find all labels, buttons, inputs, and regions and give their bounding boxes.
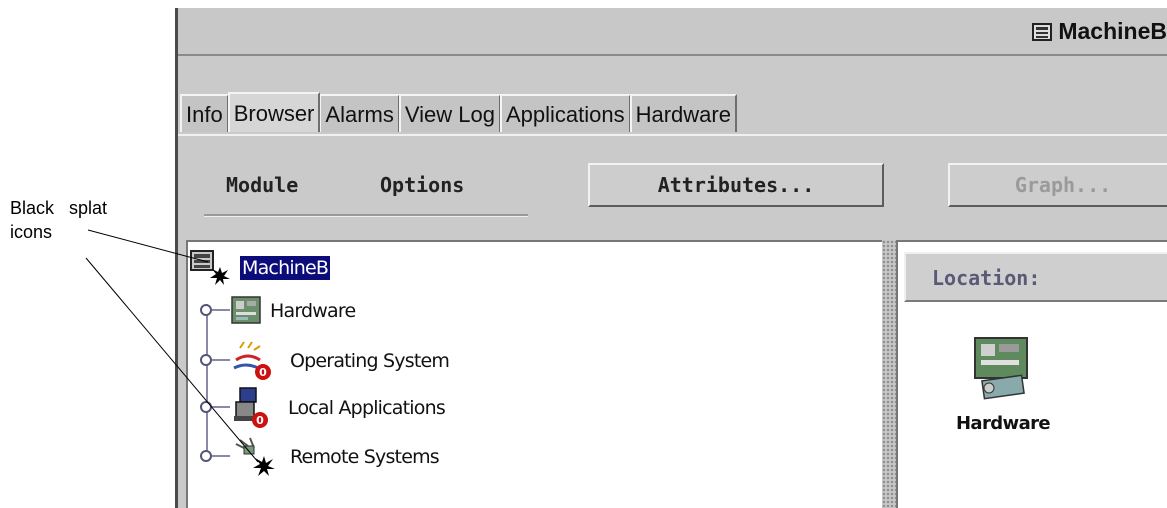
tab-applications[interactable]: Applications (499, 94, 631, 132)
module-menu[interactable]: Module (226, 173, 298, 197)
tree-node-root[interactable]: MachineB (188, 248, 331, 288)
tree-stub (212, 455, 230, 457)
tree-node-operating-system[interactable]: 0 Operating System (188, 340, 450, 382)
tab-bar: Info Browser Alarms View Log Application… (180, 92, 737, 134)
hardware-tile[interactable]: Hardware (938, 332, 1068, 434)
machine-window: MachineB Info Browser Alarms View Log Ap… (175, 8, 1167, 508)
location-bar: Location: (904, 252, 1167, 302)
operating-system-alarm-icon: 0 (233, 341, 271, 380)
expand-handle-icon[interactable] (200, 450, 212, 462)
svg-text:0: 0 (259, 366, 267, 379)
tree-stub (212, 359, 230, 361)
machine-splat-icon (190, 250, 230, 285)
tab-view-log[interactable]: View Log (398, 94, 501, 132)
window-title: MachineB (1032, 18, 1167, 45)
location-label: Location: (932, 266, 1041, 290)
tab-info[interactable]: Info (180, 94, 229, 132)
tab-browser[interactable]: Browser (227, 92, 321, 132)
browser-tree: MachineB Hardware 0 Operating System 0 L… (186, 240, 882, 508)
window-title-text: MachineB (1058, 18, 1167, 44)
title-bar: MachineB (178, 8, 1167, 56)
graph-button[interactable]: Graph... (948, 163, 1167, 207)
expand-handle-icon[interactable] (200, 304, 212, 316)
tab-content-edge (178, 134, 1167, 136)
tree-node-local-applications[interactable]: 0 Local Applications (188, 386, 446, 430)
tree-label-root: MachineB (240, 256, 331, 280)
remote-systems-splat-icon (235, 437, 275, 476)
tab-alarms[interactable]: Alarms (319, 94, 400, 132)
tree-label-local-applications: Local Applications (288, 397, 446, 419)
callout-annotation: Black splat icons (10, 196, 107, 244)
callout-line-2: icons (10, 222, 53, 242)
local-applications-alarm-icon: 0 (234, 387, 268, 428)
split-pane-divider[interactable] (882, 240, 896, 508)
hardware-board-icon (974, 337, 1028, 400)
options-menu[interactable]: Options (380, 173, 464, 197)
tree-node-hardware[interactable]: Hardware (188, 294, 356, 328)
tree-label-operating-system: Operating System (290, 350, 450, 372)
machine-icon (1032, 22, 1053, 41)
callout-line-1: Black splat (10, 198, 108, 218)
tree-label-remote-systems: Remote Systems (290, 446, 440, 468)
hardware-board-icon (231, 296, 261, 324)
expand-handle-icon[interactable] (200, 401, 212, 413)
tree-stub (212, 406, 230, 408)
menu-separator (204, 214, 528, 217)
tree-node-remote-systems[interactable]: Remote Systems (188, 434, 440, 480)
tree-stub (212, 309, 230, 311)
attributes-button[interactable]: Attributes... (588, 163, 884, 207)
expand-handle-icon[interactable] (200, 354, 212, 366)
tree-label-hardware: Hardware (270, 300, 356, 322)
details-panel: Location: Hardware (896, 240, 1167, 508)
svg-text:0: 0 (256, 414, 264, 427)
hardware-tile-label: Hardware (955, 413, 1051, 434)
tab-hardware[interactable]: Hardware (629, 94, 737, 132)
